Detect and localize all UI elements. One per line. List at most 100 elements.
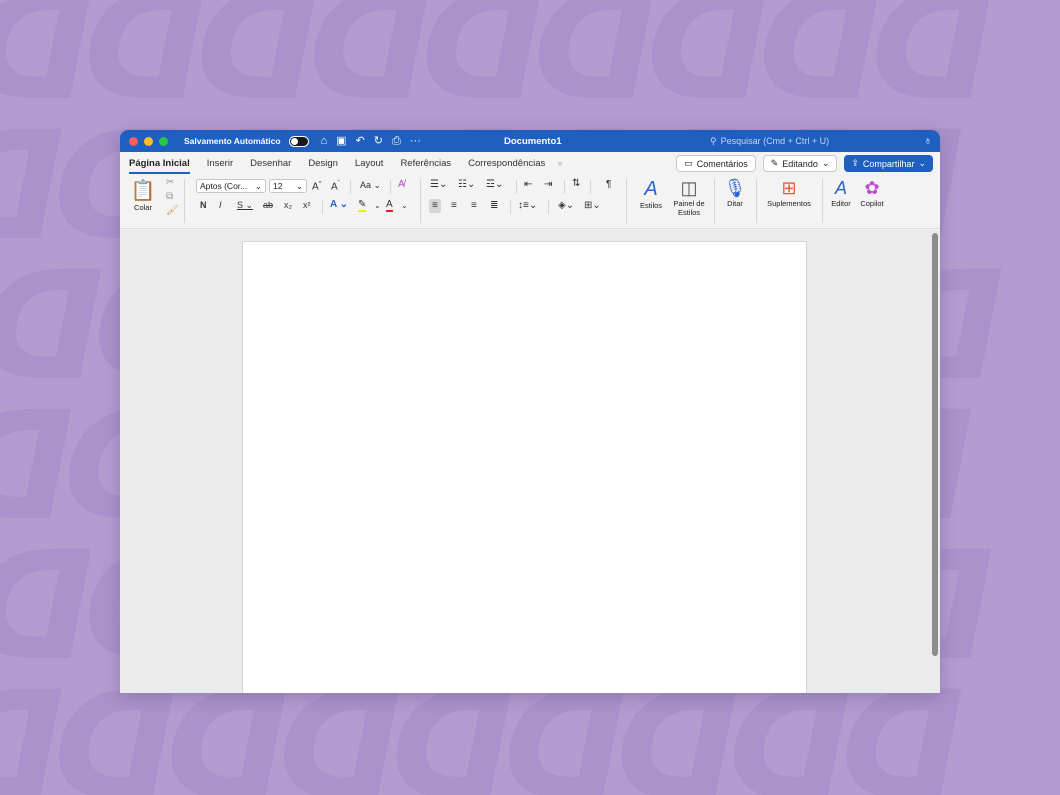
styles-icon: A [644,178,658,200]
redo-icon[interactable]: ↻ [374,135,383,147]
dictate-button[interactable]: 🎙 Ditar [720,178,750,208]
tab-insert[interactable]: Inserir [207,154,233,173]
tab-mailings[interactable]: Correspondências [468,154,545,173]
paste-label: Colar [134,203,152,212]
addins-label: Suplementos [767,199,811,208]
align-center-icon[interactable]: ≡ [451,201,457,211]
styles-pane-label: Painel de Estilos [673,199,705,217]
minimize-window-button[interactable] [144,136,153,146]
font-name-select[interactable]: Aptos (Cor... ⌄ [196,179,266,193]
align-left-icon[interactable]: ≡ [429,199,441,213]
increase-indent-icon[interactable]: ⇥ [544,180,552,190]
align-right-icon[interactable]: ≡ [471,201,477,211]
addins-button[interactable]: ⊞ Suplementos [762,178,816,208]
account-icon[interactable]: ♁ [924,135,932,147]
font-color-icon[interactable]: A [386,200,393,212]
save-icon[interactable]: ▣ [336,135,346,147]
styles-pane-button[interactable]: ◫ Painel de Estilos [670,178,708,217]
tab-design[interactable]: Design [308,154,338,173]
comment-icon: ▭ [684,158,693,168]
underline-button[interactable]: S ⌄ [237,201,253,210]
window-controls [129,136,168,146]
copilot-icon: ✿ [864,178,880,198]
document-page[interactable] [242,241,807,693]
styles-pane-icon: ◫ [680,178,698,198]
share-button[interactable]: ⇪ Compartilhar ⌄ [844,155,933,172]
cut-icon[interactable]: ✂ [166,178,174,188]
more-commands-icon[interactable]: ··· [410,135,421,147]
clear-formatting-icon[interactable]: A̸ [398,180,405,190]
chevron-down-icon: ⌄ [295,180,303,191]
tab-layout[interactable]: Layout [355,154,384,173]
line-spacing-icon[interactable]: ↕≡⌄ [518,201,537,211]
autosave-toggle[interactable] [288,135,309,147]
chevron-down-icon: ⌄ [821,158,830,168]
tab-draw[interactable]: Desenhar [250,154,291,173]
strikethrough-icon[interactable]: ab [263,201,273,210]
comments-label: Comentários [696,158,748,169]
text-effects-icon[interactable]: A ⌄ [330,200,348,210]
undo-icon[interactable]: ↶ [356,135,365,147]
change-case-button[interactable]: Aa ⌄ [360,181,381,190]
search-icon: ⚲ [710,135,717,146]
shading-icon[interactable]: ◈⌄ [558,201,574,211]
italic-button[interactable]: I [219,201,222,210]
editor-label: Editor [831,199,851,208]
superscript-icon[interactable]: x² [303,201,311,210]
underline-label: S [237,200,244,210]
home-icon[interactable]: ⌂ [321,135,328,147]
chevron-down-icon[interactable]: ⌄ [374,202,381,210]
word-window: Salvamento Automático ⌂ ▣ ↶ ↻ ⎙ ··· Docu… [120,130,940,693]
search-box[interactable]: ⚲ Pesquisar (Cmd + Ctrl + U) [710,136,829,147]
bold-button[interactable]: N [200,201,207,210]
highlight-icon[interactable]: ✎ [358,200,367,212]
search-placeholder: Pesquisar (Cmd + Ctrl + U) [720,136,830,146]
autosave-label: Salvamento Automático [184,136,281,146]
comments-button[interactable]: ▭ Comentários [676,155,756,172]
styles-button[interactable]: A Estilos [634,178,668,210]
vertical-scrollbar[interactable] [932,233,938,656]
styles-label: Estilos [639,201,663,210]
copilot-label: Copilot [860,199,884,208]
ribbon-tabs: Página Inicial Inserir Desenhar Design L… [120,152,940,174]
zoom-window-button[interactable] [159,136,168,146]
font-name-value: Aptos (Cor... [200,181,248,191]
bullets-icon[interactable]: ☰⌄ [430,180,447,190]
tab-references[interactable]: Referências [400,154,451,173]
share-label: Compartilhar [862,158,915,169]
multilevel-list-icon[interactable]: ☲⌄ [486,180,503,190]
case-label: Aa [360,180,372,190]
chevron-down-icon: ⌄ [918,158,926,168]
editor-icon: A [834,178,847,198]
editing-label: Editando [782,158,818,169]
clipboard-icon: 📋 [130,180,156,202]
share-icon: ⇪ [851,158,859,168]
paste-button[interactable]: 📋 Colar [128,178,158,212]
tab-home[interactable]: Página Inicial [129,154,190,174]
show-marks-icon[interactable]: ¶ [606,180,611,190]
chevron-down-icon[interactable]: ⌄ [401,202,408,210]
copilot-button[interactable]: ✿ Copilot [856,178,888,208]
grow-font-icon[interactable]: A^ [312,181,322,192]
print-icon[interactable]: ⎙ [392,135,401,147]
editing-mode-button[interactable]: ✎ Editando ⌄ [762,155,838,172]
borders-icon[interactable]: ⊞⌄ [584,201,601,211]
copy-icon[interactable]: ⧉ [166,192,173,202]
document-area [120,230,940,693]
font-size-select[interactable]: 12 ⌄ [269,179,307,193]
more-tabs-icon[interactable]: » [557,154,562,173]
editor-button[interactable]: A Editor [826,178,856,208]
format-painter-icon[interactable]: 🖌 [166,206,179,216]
shrink-font-icon[interactable]: Aˇ [331,181,340,192]
close-window-button[interactable] [129,136,138,146]
ribbon-home: 📋 Colar ✂ ⧉ 🖌 Aptos (Cor... ⌄ 12 ⌄ A^ Aˇ… [120,174,940,229]
decrease-indent-icon[interactable]: ⇤ [524,180,532,190]
justify-icon[interactable]: ≣ [490,201,498,211]
microphone-icon: 🎙 [723,178,747,198]
numbering-icon[interactable]: ☷⌄ [458,180,475,190]
subscript-icon[interactable]: x₂ [284,201,292,210]
font-size-value: 12 [273,181,283,191]
sort-icon[interactable]: ⇅ [572,179,580,189]
document-title: Documento1 [504,135,562,147]
chevron-down-icon: ⌄ [254,180,262,191]
